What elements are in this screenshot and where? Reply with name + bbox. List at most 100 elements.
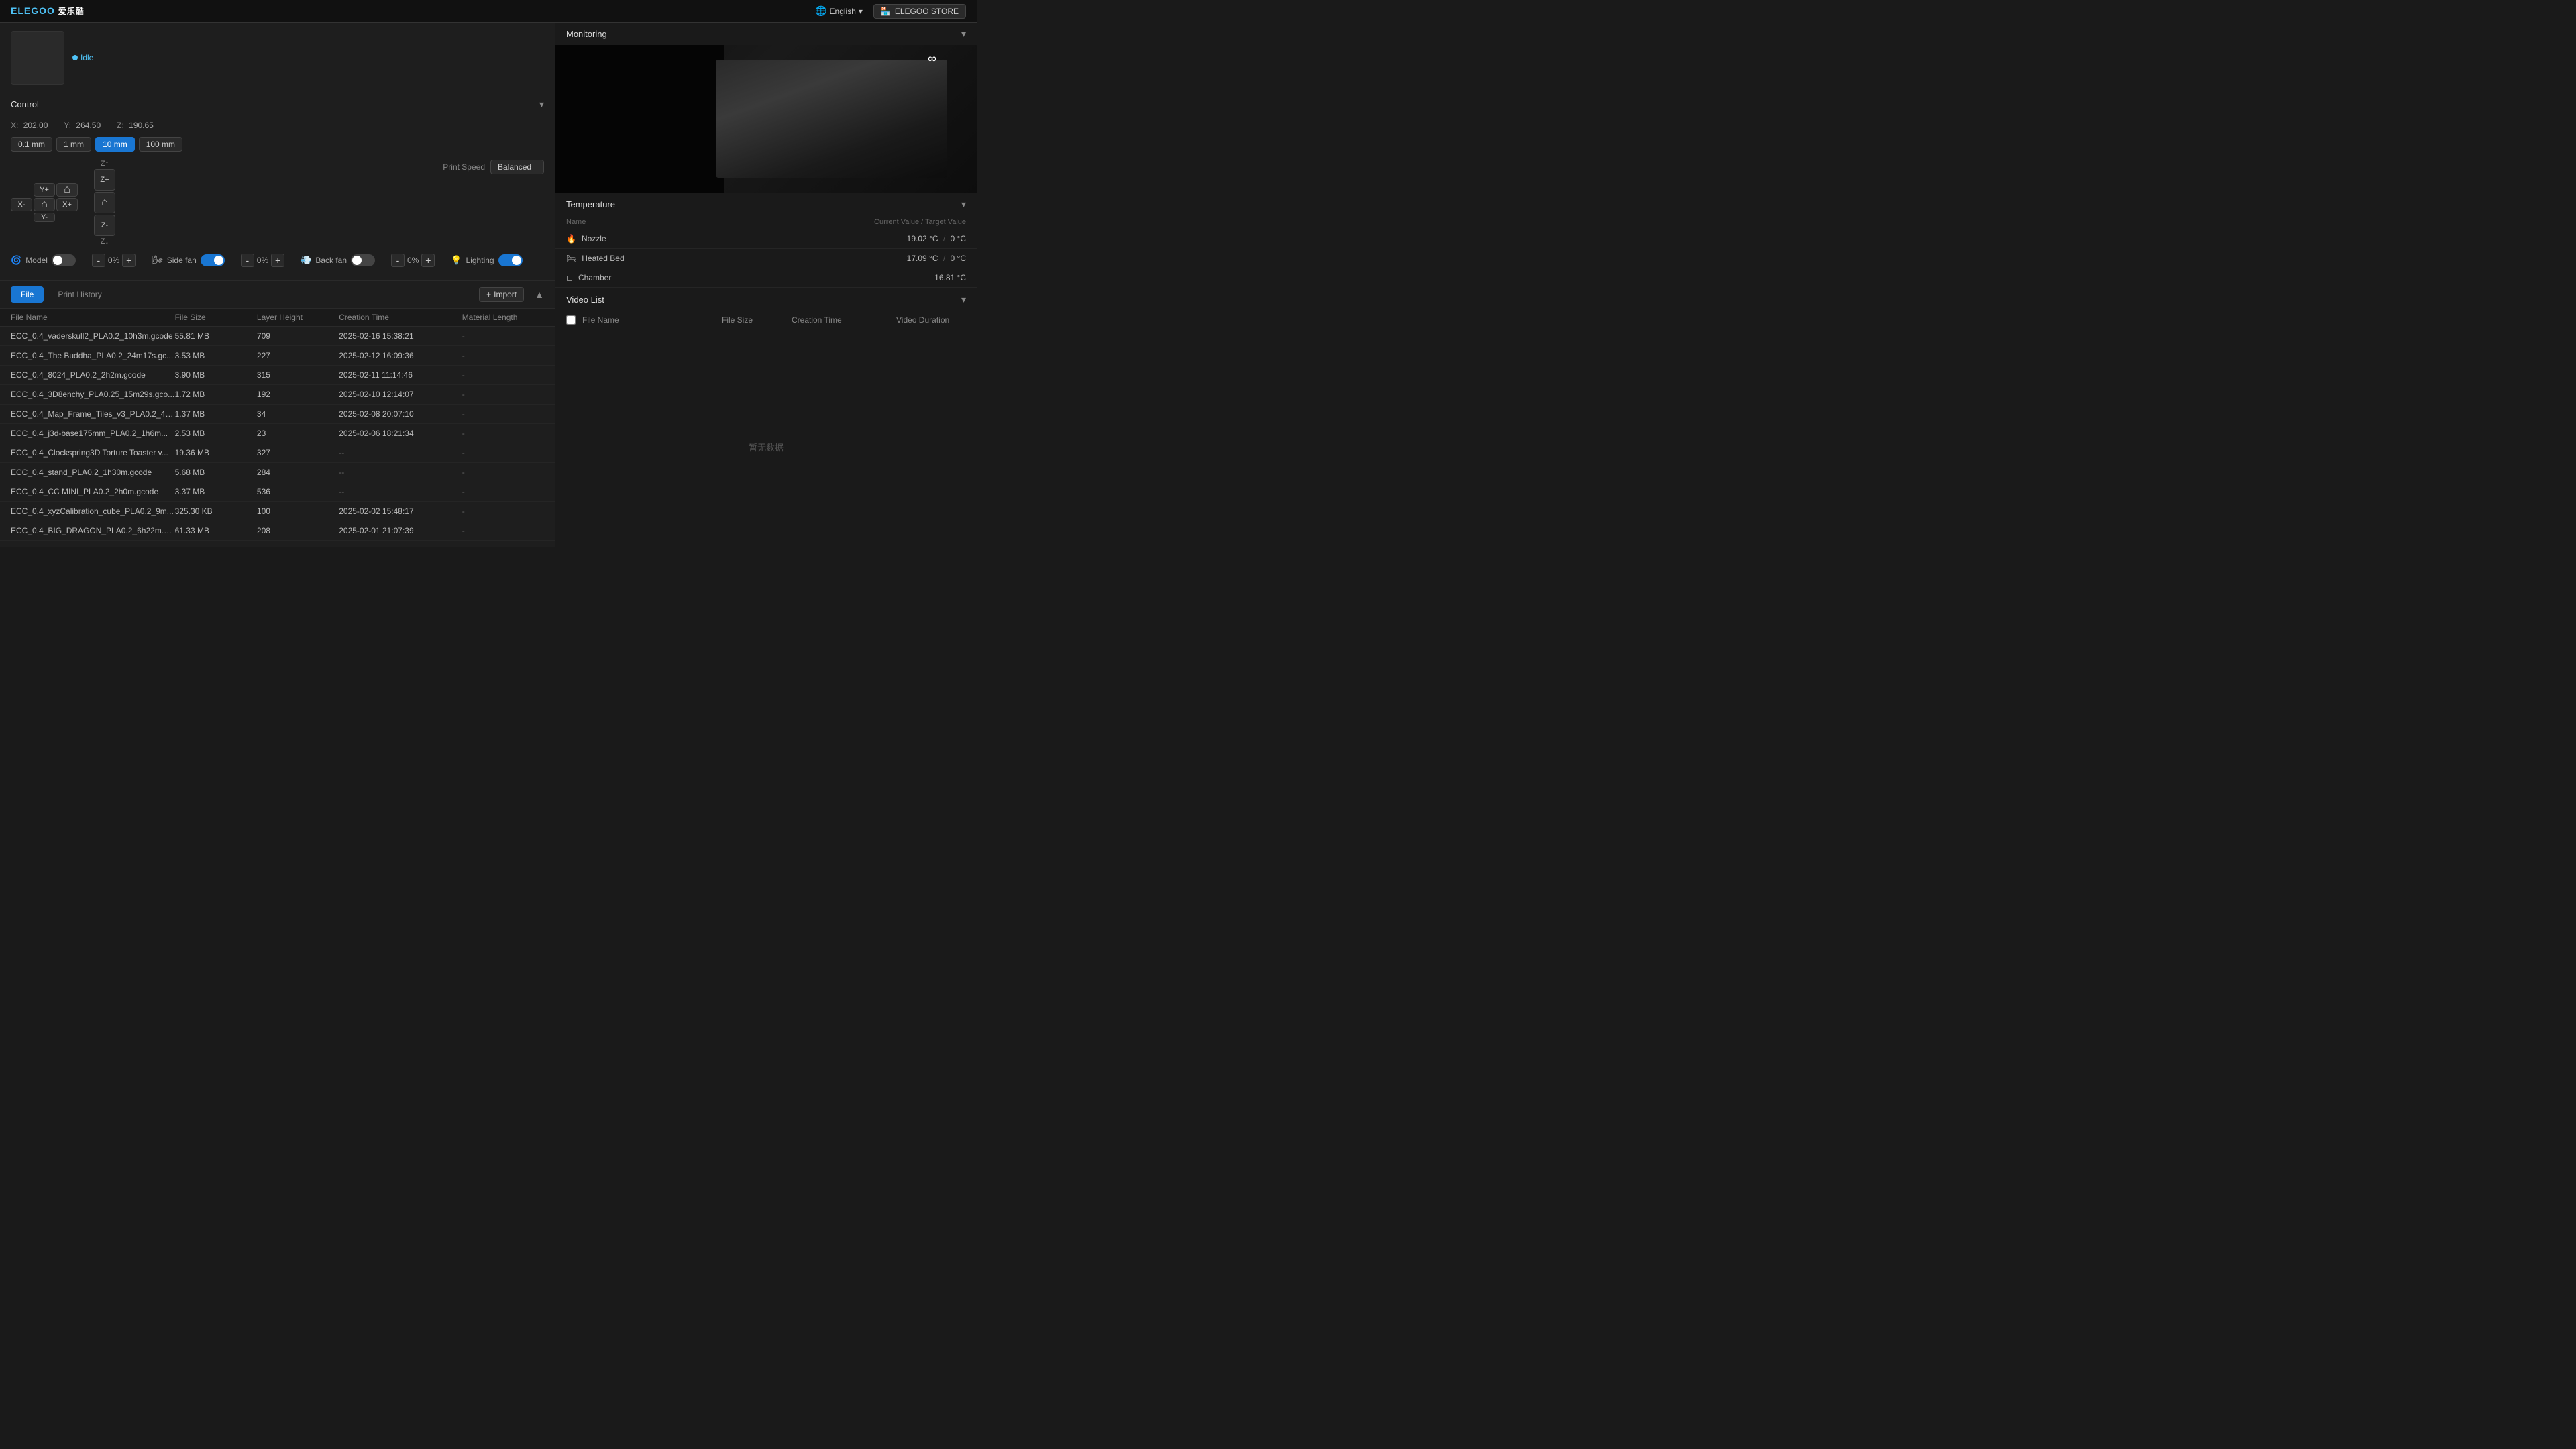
file-collapse-button[interactable]: ▲: [535, 289, 544, 300]
side-fan-control: 🌬 Side fan: [152, 254, 225, 266]
control-body: X: 202.00 Y: 264.50 Z: 190.65 0.1 mm: [0, 115, 555, 280]
cell-layerheight: 284: [257, 468, 339, 477]
table-row[interactable]: ECC_0.4_vaderskull2_PLA0.2_10h3m.gcode 5…: [0, 327, 555, 346]
back-fan-icon: 💨: [301, 255, 311, 266]
cell-materiallength: -: [462, 448, 544, 458]
z-jog: Z↑ Z+ ⌂ Z- Z↓: [94, 160, 115, 246]
step-10mm-button[interactable]: 10 mm: [95, 137, 135, 152]
plus-icon: +: [486, 290, 491, 299]
cell-layerheight: 536: [257, 487, 339, 496]
cell-creationtime: --: [339, 448, 462, 458]
z-minus-button[interactable]: Z-: [94, 215, 115, 236]
step-1mm-button[interactable]: 1 mm: [56, 137, 91, 152]
table-row[interactable]: ECC_0.4_CC MINI_PLA0.2_2h0m.gcode 3.37 M…: [0, 482, 555, 502]
table-row[interactable]: ECC_0.4_j3d-base175mm_PLA0.2_1h6m... 2.5…: [0, 424, 555, 443]
cell-creationtime: 2025-02-02 15:48:17: [339, 506, 462, 516]
jog-area: Y+ ⌂ X- ⌂ X+ Y-: [11, 160, 115, 246]
import-label: Import: [494, 290, 517, 299]
chamber-current: 16.81 °C: [934, 273, 966, 282]
cell-materiallength: -: [462, 390, 544, 399]
temp-row-nozzle: 🔥 Nozzle 19.02 °C / 0 °C: [555, 229, 977, 249]
control-header[interactable]: Control ▾: [0, 93, 555, 115]
nozzle-name: 🔥 Nozzle: [566, 234, 674, 244]
model-fan-increase-button[interactable]: +: [122, 254, 136, 267]
cell-filename: ECC_0.4_Map_Frame_Tiles_v3_PLA0.2_41...: [11, 409, 175, 419]
side-fan-toggle[interactable]: [201, 254, 225, 266]
import-button[interactable]: + Import: [479, 287, 524, 302]
y-coordinate: Y: 264.50: [64, 121, 101, 130]
nozzle-current: 19.02 °C: [907, 234, 938, 244]
side-fan-pct-control: - 0% +: [241, 254, 284, 267]
back-fan-decrease-button[interactable]: -: [391, 254, 405, 267]
table-row[interactable]: ECC_0.4_BIG_DRAGON_PLA0.2_6h22m.gc... 61…: [0, 521, 555, 541]
file-table-body: ECC_0.4_vaderskull2_PLA0.2_10h3m.gcode 5…: [0, 327, 555, 547]
z-home-button[interactable]: ⌂: [94, 192, 115, 213]
model-fan-toggle[interactable]: [52, 254, 76, 266]
cell-filesize: 1.72 MB: [175, 390, 257, 399]
cell-filename: ECC_0.4_TREE BASE 03_PLA0.2_8h16m.gc...: [11, 545, 175, 547]
side-fan-increase-button[interactable]: +: [271, 254, 284, 267]
store-label: ELEGOO STORE: [895, 7, 959, 16]
file-section: File Print History + Import ▲ File Name …: [0, 281, 555, 547]
lighting-control: 💡 Lighting: [451, 254, 522, 266]
x-plus-button[interactable]: X+: [56, 198, 78, 211]
file-header: File Print History + Import ▲: [0, 281, 555, 309]
x-minus-button[interactable]: X-: [11, 198, 32, 211]
cell-materiallength: -: [462, 468, 544, 477]
print-speed-value[interactable]: Balanced: [490, 160, 544, 174]
lighting-label: Lighting: [466, 256, 494, 265]
cell-materiallength: -: [462, 331, 544, 341]
th-filename: File Name: [11, 313, 175, 322]
table-row[interactable]: ECC_0.4_8024_PLA0.2_2h2m.gcode 3.90 MB 3…: [0, 366, 555, 385]
step-100mm-button[interactable]: 100 mm: [139, 137, 182, 152]
table-row[interactable]: ECC_0.4_xyzCalibration_cube_PLA0.2_9m...…: [0, 502, 555, 521]
table-row[interactable]: ECC_0.4_Map_Frame_Tiles_v3_PLA0.2_41... …: [0, 405, 555, 424]
home-button[interactable]: ⌂: [56, 183, 78, 197]
table-row[interactable]: ECC_0.4_stand_PLA0.2_1h30m.gcode 5.68 MB…: [0, 463, 555, 482]
back-fan-increase-button[interactable]: +: [421, 254, 435, 267]
table-row[interactable]: ECC_0.4_3D8enchy_PLA0.25_15m29s.gco... 1…: [0, 385, 555, 405]
y-plus-button[interactable]: Y+: [34, 183, 55, 197]
back-fan-pct-control: - 0% +: [391, 254, 435, 267]
table-row[interactable]: ECC_0.4_Clockspring3D Torture Toaster v.…: [0, 443, 555, 463]
y-minus-button[interactable]: Y-: [34, 213, 55, 222]
cell-filesize: 61.33 MB: [175, 526, 257, 535]
cell-layerheight: 100: [257, 506, 339, 516]
cell-creationtime: 2025-02-16 15:38:21: [339, 331, 462, 341]
x-value: 202.00: [23, 121, 48, 130]
cell-filesize: 3.90 MB: [175, 370, 257, 380]
back-fan-toggle[interactable]: [351, 254, 375, 266]
right-panel: Monitoring ▾ ∞ Temperature ▾ Name Curren…: [555, 23, 977, 547]
tab-file[interactable]: File: [11, 286, 44, 303]
video-list-section: Video List ▾ File Name File Size Creatio…: [555, 288, 977, 547]
cell-creationtime: --: [339, 487, 462, 496]
lighting-toggle[interactable]: [498, 254, 523, 266]
cell-layerheight: 23: [257, 429, 339, 438]
cell-materiallength: -: [462, 429, 544, 438]
xy-home-button[interactable]: ⌂: [34, 198, 55, 211]
store-button[interactable]: 🏪 ELEGOO STORE: [873, 4, 966, 19]
y-label: Y:: [64, 121, 71, 130]
back-fan-label: Back fan: [315, 256, 347, 265]
tab-print-history[interactable]: Print History: [48, 286, 111, 303]
nozzle-values: 19.02 °C / 0 °C: [907, 234, 966, 244]
temperature-header: Temperature ▾: [555, 193, 977, 215]
select-all-checkbox[interactable]: [566, 315, 576, 325]
cell-filesize: 1.37 MB: [175, 409, 257, 419]
z-plus-button[interactable]: Z+: [94, 169, 115, 191]
cell-layerheight: 650: [257, 545, 339, 547]
temp-th-name: Name: [566, 218, 586, 226]
table-row[interactable]: ECC_0.4_The Buddha_PLA0.2_24m17s.gc... 3…: [0, 346, 555, 366]
table-row[interactable]: ECC_0.4_TREE BASE 03_PLA0.2_8h16m.gc... …: [0, 541, 555, 547]
language-selector[interactable]: 🌐 English ▾: [815, 5, 863, 17]
language-label: English: [830, 7, 856, 16]
monitoring-chevron-icon: ▾: [961, 28, 966, 40]
cell-filename: ECC_0.4_CC MINI_PLA0.2_2h0m.gcode: [11, 487, 175, 496]
cell-creationtime: 2025-02-06 18:21:34: [339, 429, 462, 438]
model-fan-decrease-button[interactable]: -: [92, 254, 105, 267]
main-layout: Idle Control ▾ X: 202.00 Y: 264.50: [0, 23, 977, 547]
step-buttons-row: 0.1 mm 1 mm 10 mm 100 mm: [11, 137, 544, 152]
step-0.1mm-button[interactable]: 0.1 mm: [11, 137, 52, 152]
camera-feed: ∞: [555, 45, 977, 193]
side-fan-decrease-button[interactable]: -: [241, 254, 254, 267]
